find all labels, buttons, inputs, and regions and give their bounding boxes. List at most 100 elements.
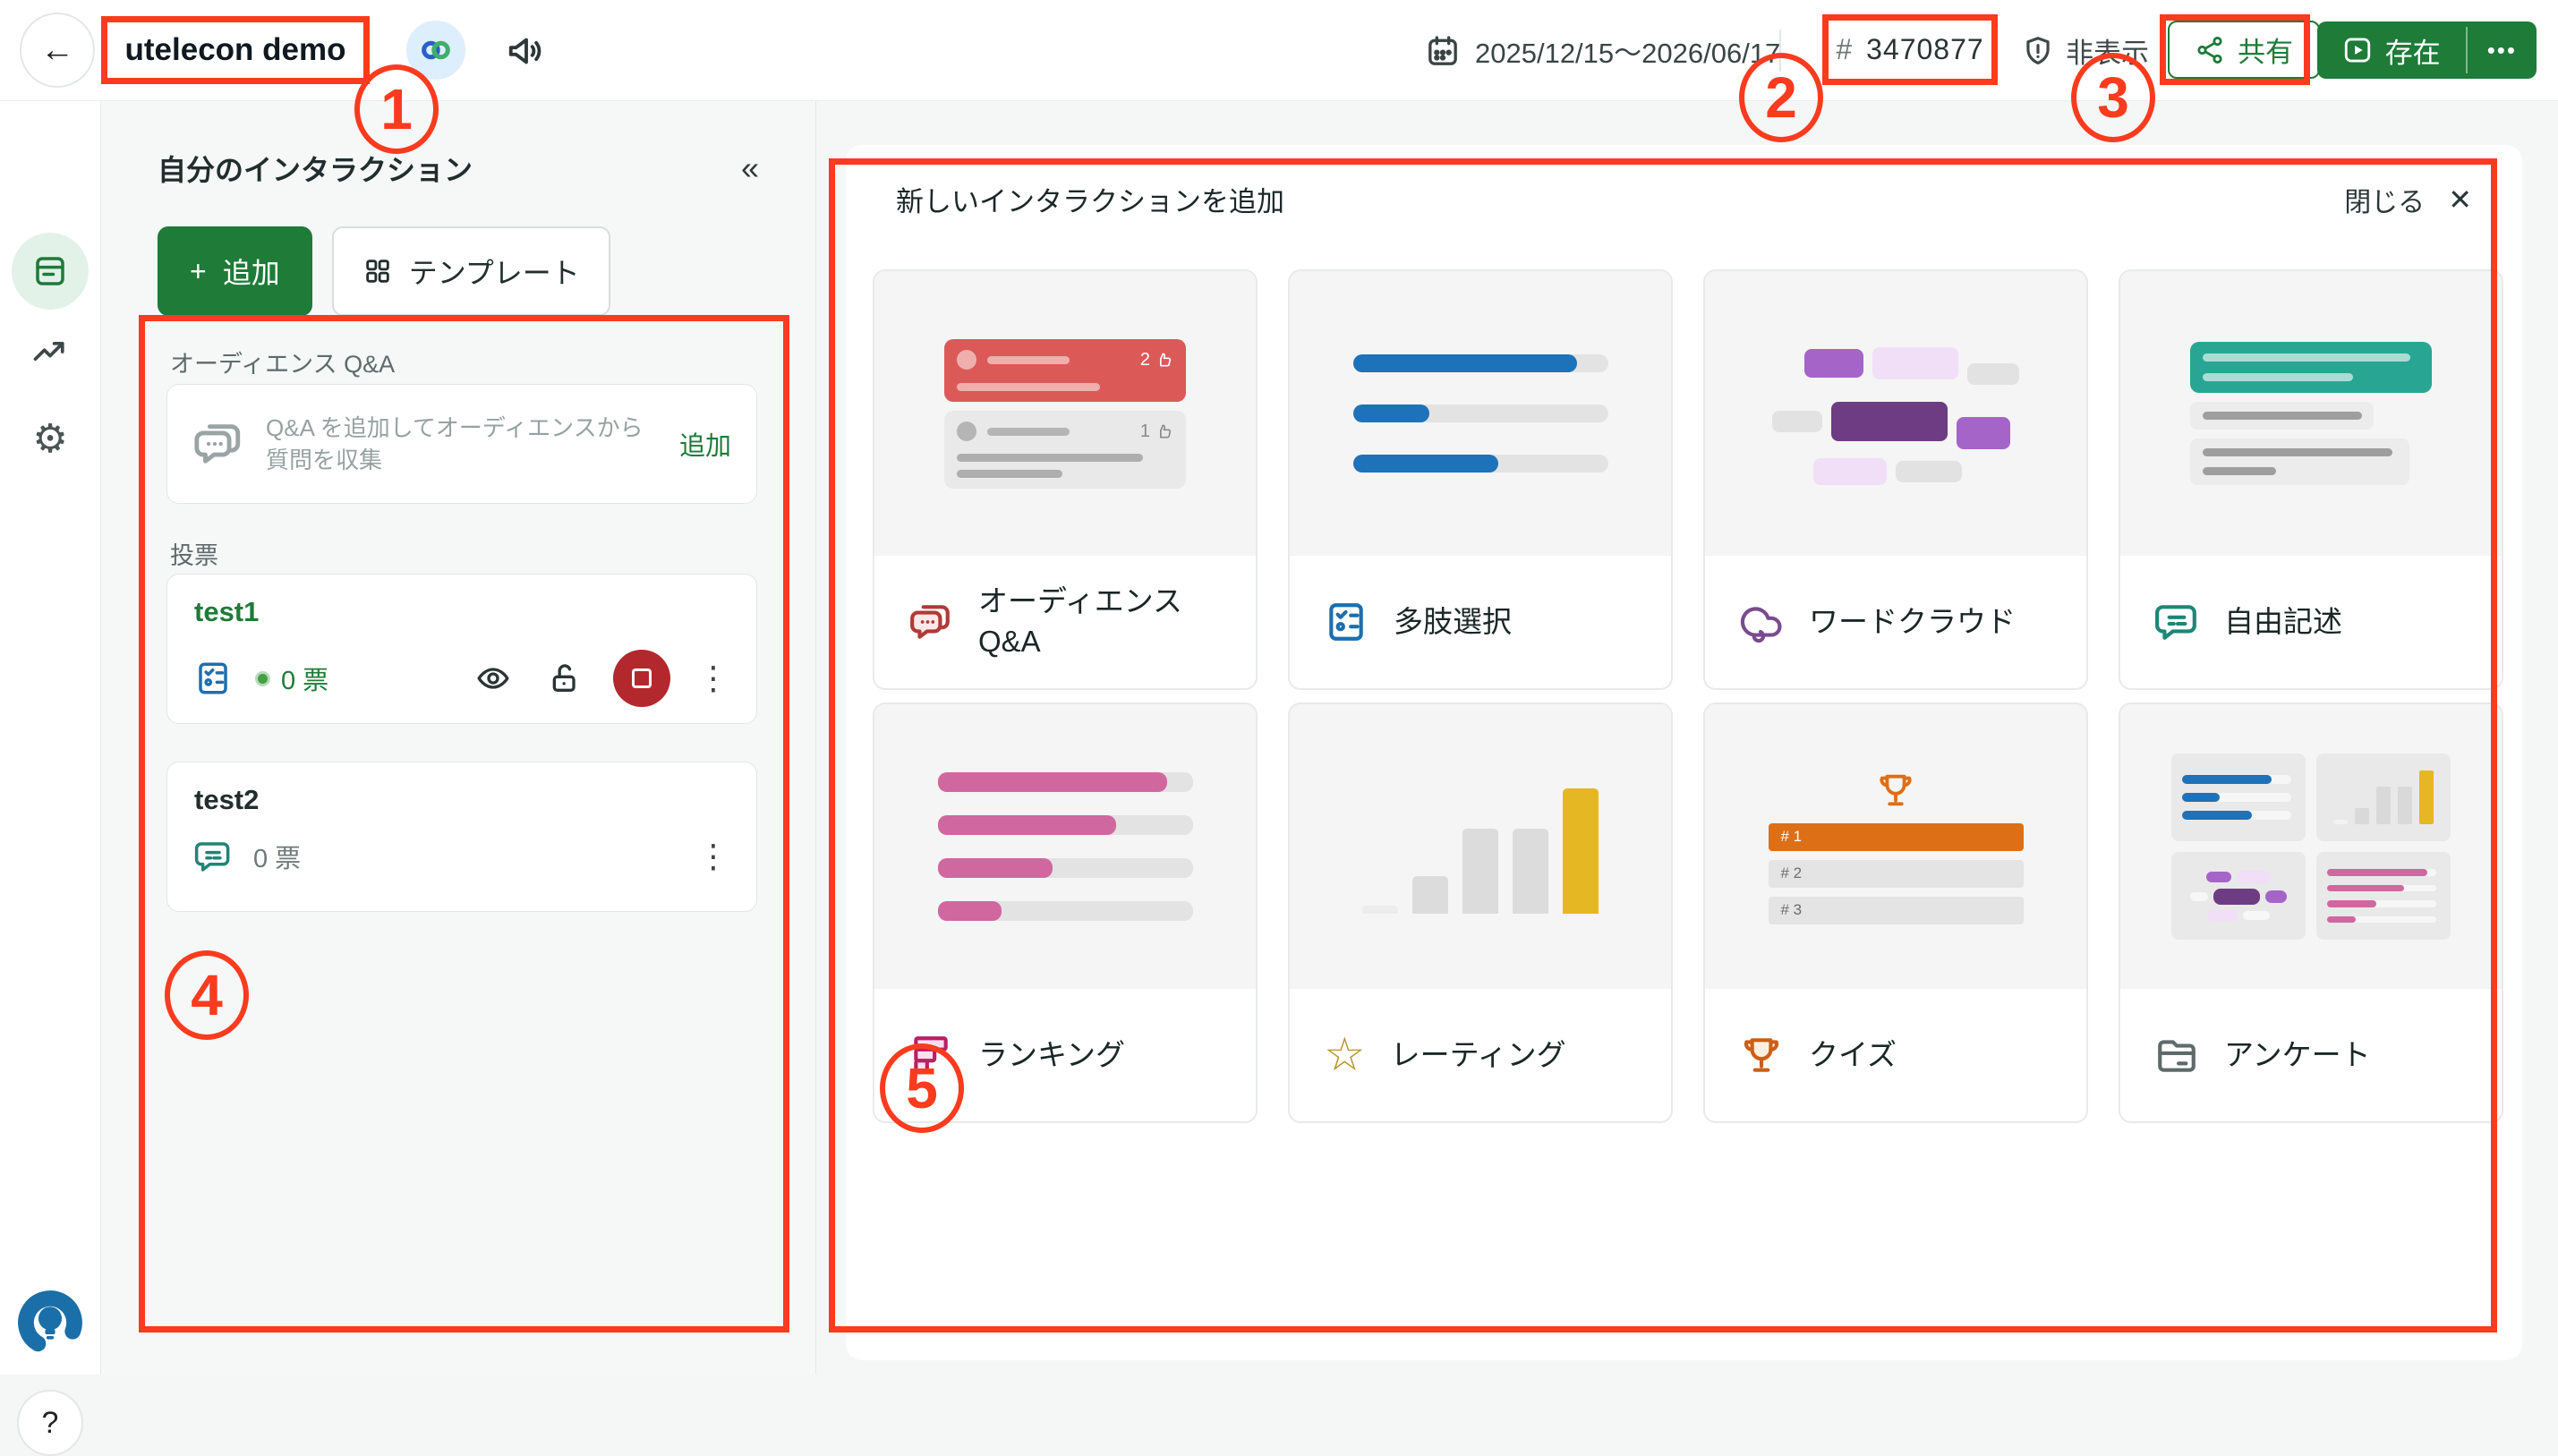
back-button[interactable]: ← (20, 13, 95, 88)
slido-logo-icon (13, 1286, 87, 1359)
template-button[interactable]: テンプレート (332, 226, 610, 316)
close-panel-button[interactable]: 閉じる ✕ (2344, 180, 2472, 219)
gear-icon: ⚙ (32, 416, 67, 462)
rail-item-settings[interactable]: ⚙ (32, 416, 67, 462)
hash-icon: # (1836, 33, 1852, 66)
present-button[interactable]: 存在 (2317, 21, 2466, 79)
multiple-choice-icon (1324, 600, 1369, 644)
poll-menu-icon[interactable]: ⋮ (697, 660, 729, 697)
audience-qa-illustration: 2 1 (874, 271, 1256, 556)
type-label: ワードクラウド (1809, 602, 2016, 643)
stop-icon (632, 668, 652, 688)
type-label: クイズ (1809, 1035, 1897, 1076)
type-label: オーディエンス Q&A (978, 582, 1202, 661)
share-button[interactable]: 共有 (2168, 21, 2320, 79)
close-icon: ✕ (2448, 183, 2472, 217)
qa-add-link[interactable]: 追加 (679, 425, 731, 463)
collapse-panel-icon[interactable]: « (741, 149, 759, 187)
quiz-illustration: # 1 # 2 # 3 (1705, 704, 2086, 989)
trend-icon (30, 332, 70, 371)
open-text-icon (2154, 600, 2199, 644)
qa-section-label: オーディエンス Q&A (170, 345, 395, 379)
more-icon: ••• (2487, 37, 2517, 64)
polls-section-label: 投票 (170, 536, 218, 571)
page-title[interactable]: utelecon demo (101, 16, 370, 84)
back-icon: ← (40, 31, 74, 70)
add-interaction-title: 新しいインタラクションを追加 (896, 179, 1284, 219)
survey-illustration (2120, 704, 2502, 989)
shield-alert-icon (2021, 34, 2055, 68)
qa-empty-prompt: Q&A を追加してオーディエンスから質問を収集 (266, 412, 658, 477)
thumb-up-icon (1155, 422, 1173, 440)
type-label: 自由記述 (2224, 602, 2342, 643)
trophy-icon (1875, 770, 1916, 811)
survey-folder-icon (2154, 1033, 2199, 1077)
poll-menu-icon[interactable]: ⋮ (697, 838, 729, 875)
annotation-number-4: 4 (165, 950, 249, 1040)
help-icon: ? (42, 1406, 59, 1441)
multiple-choice-icon (194, 660, 232, 697)
interaction-type-grid: 2 1 (873, 269, 2503, 1123)
poll-name: test2 (194, 784, 729, 816)
add-interaction-button[interactable]: + 追加 (158, 226, 312, 316)
announcement-icon[interactable] (506, 30, 547, 72)
poll-card-test1[interactable]: test1 0 票 ⋮ (166, 574, 757, 724)
annotation-number-5: 5 (880, 1043, 964, 1133)
type-card-open-text[interactable]: 自由記述 (2119, 269, 2503, 690)
type-card-multiple-choice[interactable]: 多肢選択 (1288, 269, 1673, 690)
calendar-icon (1425, 33, 1461, 69)
interactions-panel: 自分のインタラクション « + 追加 テンプレート オーディエンス Q&A Q&… (102, 101, 816, 1375)
stop-button[interactable] (613, 650, 670, 707)
rating-star-icon: ☆ (1324, 1032, 1366, 1078)
rail-item-interactions[interactable] (12, 233, 89, 310)
interactions-icon (31, 252, 69, 290)
webex-icon (418, 32, 454, 68)
poll-name: test1 (194, 596, 729, 628)
event-code[interactable]: # 3470877 (1822, 14, 1998, 85)
annotation-number-3: 3 (2071, 53, 2155, 142)
poll-card-test2[interactable]: test2 0 票 ⋮ (166, 762, 757, 912)
chat-bubbles-icon (192, 418, 244, 470)
present-split-button: 存在 ••• (2317, 21, 2537, 79)
close-label: 閉じる (2344, 180, 2425, 219)
slido-logo[interactable] (13, 1286, 87, 1359)
present-play-icon (2342, 35, 2373, 65)
share-label: 共有 (2238, 30, 2293, 70)
rail-item-analytics[interactable] (30, 332, 70, 371)
type-card-rating[interactable]: ☆ レーティング (1288, 702, 1673, 1123)
annotation-number-1: 1 (354, 64, 439, 154)
present-more-button[interactable]: ••• (2468, 21, 2537, 79)
poll-votes: 0 票 (281, 660, 328, 697)
multiple-choice-illustration (1290, 271, 1671, 556)
type-card-survey[interactable]: アンケート (2119, 702, 2503, 1123)
help-button[interactable]: ? (17, 1390, 83, 1456)
event-code-value: 3470877 (1866, 33, 1984, 66)
plus-icon: + (190, 255, 207, 288)
type-label: 多肢選択 (1394, 602, 1512, 643)
open-text-icon (194, 838, 232, 875)
qa-empty-card: Q&A を追加してオーディエンスから質問を収集 追加 (166, 384, 757, 504)
template-button-label: テンプレート (409, 251, 580, 292)
type-label: レーティング (1391, 1035, 1566, 1076)
annotation-number-2: 2 (1739, 53, 1823, 142)
type-card-quiz[interactable]: # 1 # 2 # 3 クイズ (1703, 702, 2088, 1123)
event-dates[interactable]: 2025/12/15〜2026/06/17 (1425, 0, 1780, 101)
word-cloud-illustration (1705, 271, 2086, 556)
thumb-up-icon (1155, 351, 1173, 369)
type-card-audience-qa[interactable]: 2 1 (873, 269, 1258, 690)
word-cloud-icon (1739, 600, 1784, 644)
date-range-label: 2025/12/15〜2026/06/17 (1475, 30, 1780, 71)
template-grid-icon (362, 256, 393, 286)
type-card-word-cloud[interactable]: ワードクラウド (1703, 269, 2088, 690)
unlock-icon[interactable] (547, 660, 583, 696)
type-label: ランキング (978, 1035, 1125, 1076)
open-text-illustration (2120, 271, 2502, 556)
audience-qa-icon (908, 600, 953, 644)
preview-eye-icon[interactable] (475, 660, 511, 696)
live-dot (255, 671, 270, 686)
present-label: 存在 (2385, 30, 2441, 71)
add-interaction-panel: 新しいインタラクションを追加 閉じる ✕ 2 (846, 145, 2522, 1360)
rating-illustration (1290, 704, 1671, 989)
poll-votes: 0 票 (253, 838, 301, 875)
nav-rail: ⚙ ? (0, 101, 101, 1375)
